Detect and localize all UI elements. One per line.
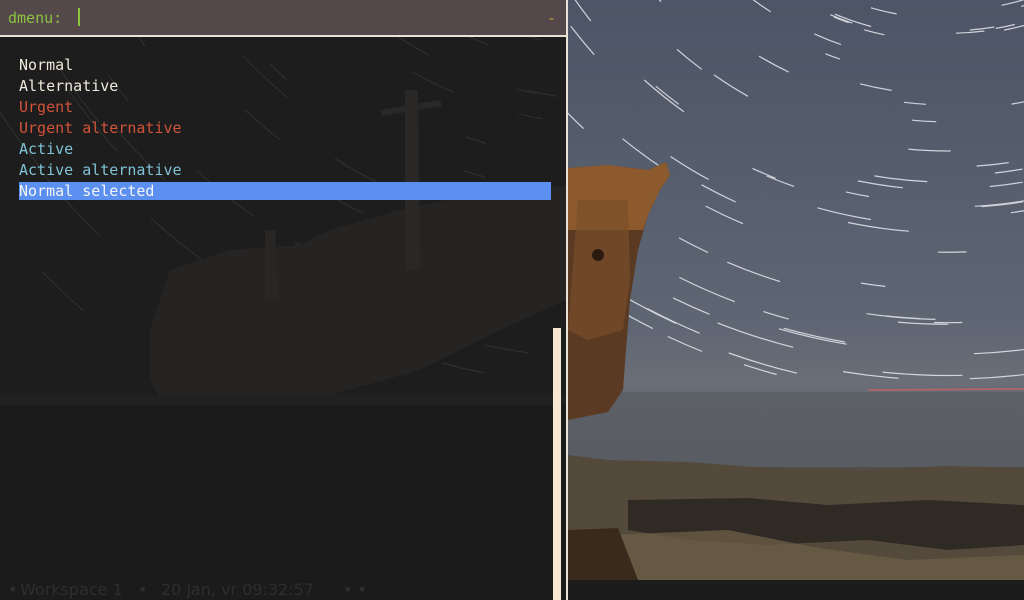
star-trail [882, 371, 963, 377]
star-trail [973, 348, 1024, 355]
star-trail [484, 344, 530, 354]
star-trail [857, 180, 903, 189]
star-trail [860, 282, 886, 287]
scrollbar-thumb[interactable] [553, 328, 561, 600]
star-trail [833, 16, 849, 24]
star-trail [1010, 210, 1024, 214]
star-trail [622, 138, 666, 171]
star-trail [643, 79, 685, 113]
star-trail [41, 271, 85, 312]
star-trail [1001, 0, 1024, 6]
star-trail [903, 101, 926, 105]
wallpaper-image [568, 0, 1024, 580]
star-trail [667, 335, 703, 353]
menu-item-normal[interactable]: Normal [19, 55, 551, 76]
star-trail [864, 29, 885, 36]
star-trail [981, 201, 1023, 208]
star-trail [676, 48, 703, 70]
star-trail [908, 148, 951, 152]
prompt-bar: dmenu: - [0, 0, 566, 37]
menu-item-urgent-alternative[interactable]: Urgent alternative [19, 118, 551, 139]
star-trail [701, 184, 736, 203]
menu-list: Normal Alternative Urgent Urgent alterna… [19, 55, 551, 200]
star-trail [859, 83, 892, 91]
star-trail [752, 167, 776, 179]
clock: 20 jan, vr 09:32:57 [161, 580, 314, 599]
prompt-label: dmenu: [8, 9, 63, 27]
star-trail [441, 362, 485, 374]
star-trail [870, 7, 897, 15]
star-trail [969, 26, 995, 31]
star-trail [847, 221, 909, 232]
star-trail [825, 53, 841, 60]
star-trail [845, 191, 869, 198]
star-trail [672, 297, 710, 315]
star-trail [752, 0, 771, 13]
star-trail [570, 25, 595, 56]
star-trail [874, 175, 928, 183]
more-indicator: - [546, 9, 556, 27]
star-trail [574, 0, 592, 22]
status-bar: • Workspace 1 • 20 jan, vr 09:32:57 • • [0, 579, 566, 600]
star-trail [713, 74, 749, 97]
star-trail [717, 322, 794, 348]
star-trail [763, 311, 789, 320]
star-trail [995, 23, 1016, 29]
star-trail [911, 119, 937, 123]
star-trail [758, 55, 789, 73]
star-trail [989, 181, 1023, 188]
star-trail [994, 168, 1023, 174]
workspace-label[interactable]: Workspace 1 [20, 579, 123, 600]
star-trail [670, 156, 709, 181]
menu-item-alternative[interactable]: Alternative [19, 76, 551, 97]
status-bar-right [568, 580, 1024, 600]
star-trail [969, 373, 1024, 380]
star-trail [705, 205, 744, 225]
star-trail [834, 13, 872, 28]
text-cursor [78, 8, 80, 26]
desktop: dmenu: - Normal Alternative Urgent Urgen… [0, 0, 1024, 600]
workspace-dot: • [8, 580, 18, 599]
star-trail [658, 0, 662, 3]
menu-item-normal-selected[interactable]: Normal selected [19, 182, 551, 200]
star-trail [955, 30, 985, 34]
star-trails-photo [568, 0, 1024, 580]
menu-item-active-alternative[interactable]: Active alternative [19, 160, 551, 181]
star-trail [726, 261, 781, 283]
star-trail [817, 207, 871, 221]
dmenu-window: dmenu: - Normal Alternative Urgent Urgen… [0, 0, 568, 600]
star-trail [679, 276, 735, 303]
menu-item-urgent[interactable]: Urgent [19, 97, 551, 118]
status-separator: • [138, 580, 148, 599]
star-trail [655, 85, 680, 105]
star-trail [866, 313, 936, 320]
star-trail [778, 328, 847, 345]
menu-item-active[interactable]: Active [19, 139, 551, 160]
star-trail [1011, 101, 1024, 105]
star-trail [647, 307, 700, 334]
star-trail [766, 175, 795, 187]
star-trail [568, 112, 585, 130]
star-trail [678, 237, 709, 254]
star-trail [830, 14, 853, 24]
status-trailing: • • [343, 580, 367, 599]
star-trail [783, 327, 846, 343]
star-trail [976, 162, 1009, 167]
star-trail [814, 33, 842, 46]
